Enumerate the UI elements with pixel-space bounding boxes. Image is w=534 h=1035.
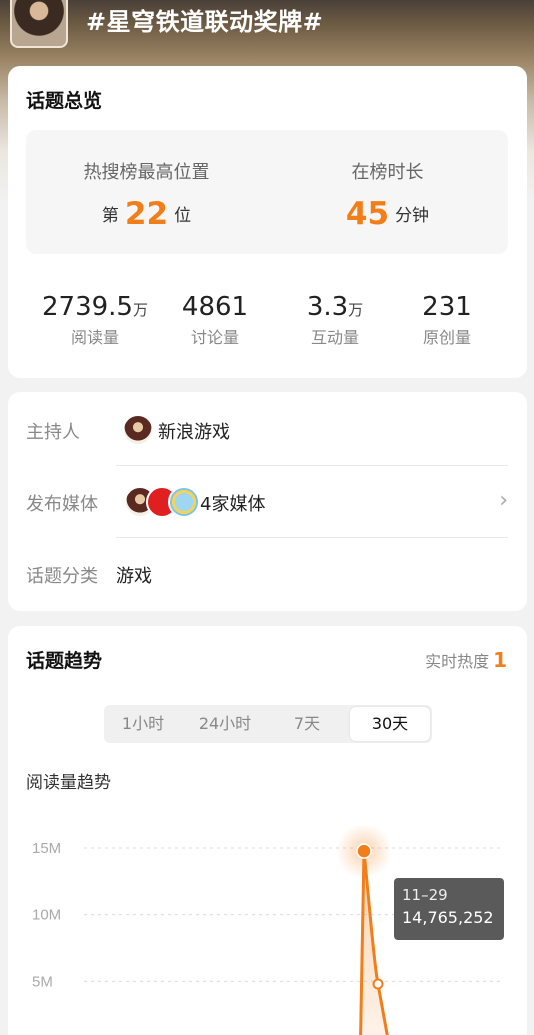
stat-value: 4861 <box>181 292 249 322</box>
data-point[interactable] <box>372 978 384 990</box>
topic-header: #星穹铁道联动奖牌# <box>0 0 534 60</box>
chart-subtitle: 阅读量趋势 <box>26 773 111 793</box>
y-tick-label: 15M <box>32 840 61 857</box>
stat-interact: 3.3万 互动量 <box>270 292 400 348</box>
heat-label: 实时热度 <box>425 652 490 671</box>
max-rank-value: 第 22 位 <box>26 196 267 232</box>
stat-value: 231 <box>422 292 472 322</box>
on-list-duration: 在榜时长 45 分钟 <box>267 130 508 254</box>
topic-title: #星穹铁道联动奖牌# <box>86 8 324 36</box>
stat-value: 3.3 <box>306 292 349 322</box>
host-value: 新浪游戏 <box>158 422 230 443</box>
y-tick-label: 10M <box>32 907 61 924</box>
category-key: 话题分类 <box>26 566 98 587</box>
host-row[interactable]: 主持人 新浪游戏 <box>26 394 508 466</box>
host-avatar <box>122 414 154 446</box>
duration-number: 45 <box>345 196 390 232</box>
y-tick-label: 5M <box>32 973 53 990</box>
tab-24h[interactable]: 24小时 <box>182 705 268 743</box>
chart-tooltip: 11–29 14,765,252 <box>394 878 504 940</box>
category-value: 游戏 <box>116 566 152 587</box>
rank-suffix: 位 <box>174 206 192 226</box>
stat-value: 2739.5 <box>42 292 133 322</box>
duration-label: 在榜时长 <box>351 162 424 183</box>
data-point-peak[interactable] <box>356 843 372 859</box>
stat-label: 讨论量 <box>190 328 239 347</box>
info-card: 主持人 新浪游戏 发布媒体 4家媒体 › 话题分类 游戏 <box>8 392 527 611</box>
realtime-heat: 实时热度 1 <box>425 648 507 672</box>
stat-label: 原创量 <box>422 328 471 347</box>
rank-prefix: 第 <box>101 206 119 226</box>
chevron-right-icon[interactable]: › <box>499 488 508 513</box>
media-key: 发布媒体 <box>26 494 98 515</box>
stat-read: 2739.5万 阅读量 <box>30 292 160 348</box>
heat-value: 1 <box>493 648 507 672</box>
stat-unit: 万 <box>132 301 148 319</box>
category-row: 话题分类 游戏 <box>26 538 508 610</box>
max-rank: 热搜榜最高位置 第 22 位 <box>26 130 267 254</box>
stat-label: 阅读量 <box>70 328 119 347</box>
max-rank-label: 热搜榜最高位置 <box>83 162 210 183</box>
stat-label: 互动量 <box>310 328 359 347</box>
tab-7d[interactable]: 7天 <box>268 705 346 743</box>
tab-1h[interactable]: 1小时 <box>104 705 182 743</box>
topic-avatar[interactable] <box>10 0 68 48</box>
overview-title: 话题总览 <box>26 90 103 112</box>
stat-unit: 万 <box>348 301 364 319</box>
overview-card: 话题总览 热搜榜最高位置 第 22 位 在榜时长 45 分钟 2739.5万 阅读量 … <box>8 66 527 378</box>
trend-title: 话题趋势 <box>26 650 103 672</box>
rank-number: 22 <box>124 196 169 232</box>
stat-original: 231 原创量 <box>382 292 512 348</box>
duration-value: 45 分钟 <box>267 196 508 232</box>
tooltip-date: 11–29 <box>402 886 448 904</box>
stat-discuss: 4861 讨论量 <box>150 292 280 348</box>
rank-box: 热搜榜最高位置 第 22 位 在榜时长 45 分钟 <box>26 130 508 254</box>
media-avatar-blue <box>168 486 200 518</box>
trend-card: 话题趋势 实时热度 1 1小时 24小时 7天 30天 阅读量趋势 15M 10M 5… <box>8 626 527 1035</box>
duration-suffix: 分钟 <box>395 206 430 226</box>
media-value: 4家媒体 <box>200 494 266 515</box>
host-key: 主持人 <box>26 422 80 443</box>
tooltip-value: 14,765,252 <box>402 908 494 927</box>
media-row[interactable]: 发布媒体 4家媒体 › <box>26 466 508 538</box>
tab-30d[interactable]: 30天 <box>350 707 430 741</box>
stats-row: 2739.5万 阅读量 4861 讨论量 3.3万 互动量 231 原创量 <box>8 292 527 352</box>
time-range-tabs: 1小时 24小时 7天 30天 <box>104 705 432 743</box>
